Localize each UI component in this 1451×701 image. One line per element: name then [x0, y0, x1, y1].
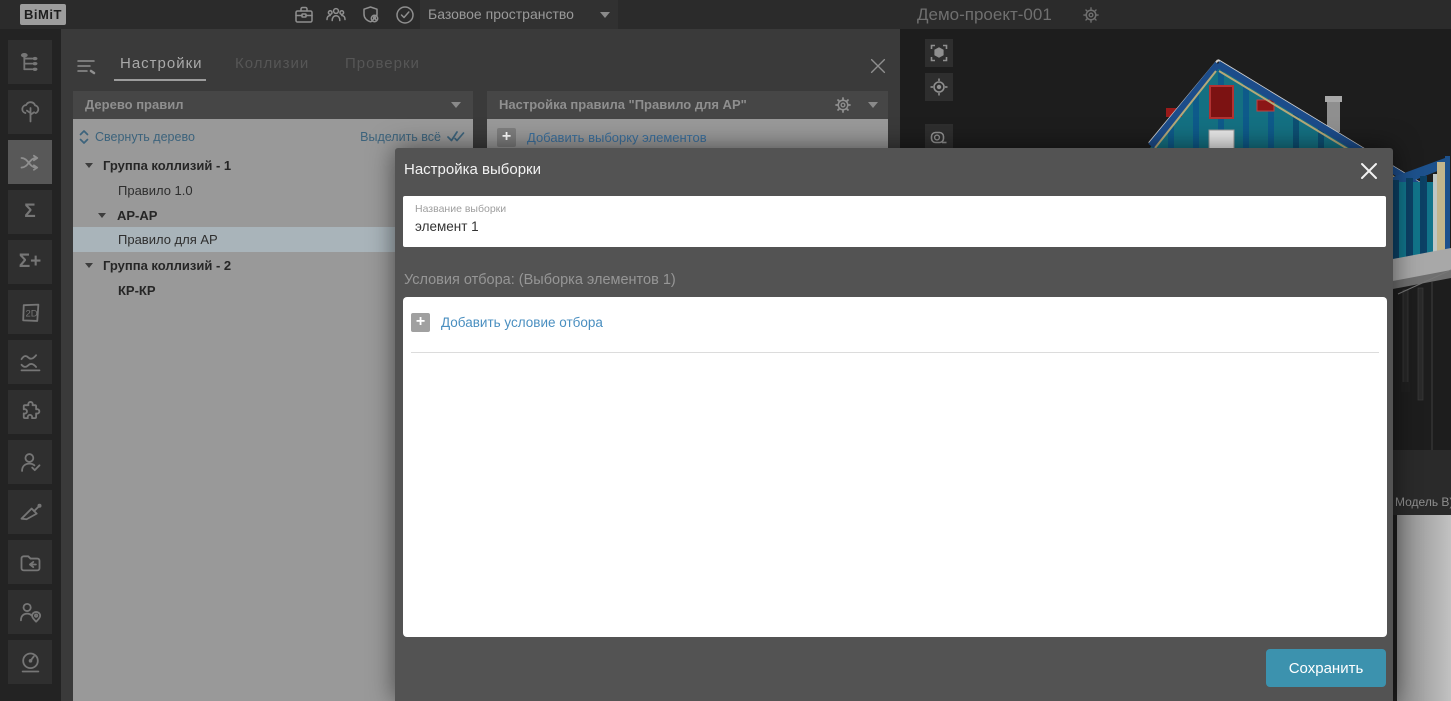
conditions-panel: + Добавить условие отбора [403, 297, 1387, 637]
focus-target-icon[interactable] [925, 73, 953, 101]
chevron-down-icon [600, 12, 610, 18]
collapse-tree-link[interactable]: Свернуть дерево [95, 130, 195, 144]
save-button[interactable]: Сохранить [1266, 649, 1386, 687]
panel-menu-icon[interactable] [75, 55, 99, 77]
project-settings-gear-icon[interactable] [1080, 4, 1102, 26]
select-all-link[interactable]: Выделить всё [360, 130, 441, 144]
add-condition-link[interactable]: Добавить условие отбора [441, 315, 603, 330]
sum-icon[interactable]: Σ [8, 190, 52, 234]
chevron-down-icon[interactable] [85, 163, 93, 168]
plugins-icon[interactable] [8, 390, 52, 434]
user-check-icon[interactable] [8, 440, 52, 484]
rules-tree-icon[interactable] [8, 40, 52, 84]
shield-user-icon[interactable] [359, 3, 383, 27]
modal-title: Настройка выборки [404, 148, 541, 192]
workspace-label: Базовое пространство [428, 0, 574, 29]
export-folder-icon[interactable] [8, 540, 52, 584]
selection-name-input[interactable] [415, 219, 1355, 234]
panel-close-icon[interactable] [867, 55, 889, 77]
add-selection-link[interactable]: Добавить выборку элементов [527, 130, 707, 145]
2d-view-icon[interactable]: 2D [8, 290, 52, 334]
conditions-title: Условия отбора: (Выборка элементов 1) [404, 272, 676, 288]
fit-to-view-icon[interactable] [925, 39, 953, 67]
selection-name-field[interactable]: Название выборки [403, 196, 1386, 247]
svg-text:2D: 2D [25, 308, 37, 319]
check-circle-icon[interactable] [393, 3, 417, 27]
tree-item-label: Группа коллизий - 1 [73, 158, 231, 173]
model-tree-icon[interactable] [8, 90, 52, 134]
collisions-icon[interactable] [8, 140, 52, 184]
double-check-icon [447, 131, 465, 146]
tree-item-label: Правило 1.0 [73, 183, 193, 198]
tab-checks[interactable]: Проверки [345, 55, 420, 72]
rule-header-label: Настройка правила "Правило для АР" [499, 97, 747, 112]
rule-settings-header[interactable]: Настройка правила "Правило для АР" [487, 91, 888, 119]
model-label-strip: Модель В) [1393, 450, 1451, 515]
left-toolbar: Σ Σ+ 2D [0, 29, 61, 701]
charts-icon[interactable] [8, 340, 52, 384]
sum-plus-icon[interactable]: Σ+ [8, 240, 52, 284]
modal-close-icon[interactable] [1358, 160, 1380, 182]
construction-icon[interactable] [8, 490, 52, 534]
projects-icon[interactable] [292, 3, 316, 27]
rule-gear-icon[interactable] [832, 94, 854, 116]
tree-section-header[interactable]: Дерево правил [73, 91, 473, 119]
workspace-selector[interactable]: Базовое пространство [420, 0, 618, 29]
project-title: Демо-проект-001 [917, 0, 1052, 29]
add-selection-plus-icon[interactable]: + [497, 128, 516, 147]
chevron-down-icon [868, 102, 878, 108]
model-label: Модель В) [1395, 495, 1451, 509]
chevron-down-icon [451, 102, 461, 108]
add-condition-plus-icon[interactable]: + [411, 313, 430, 332]
tree-utility-row: Свернуть дерево Выделить всё [73, 127, 473, 149]
team-icon[interactable] [324, 3, 348, 27]
tree-item-label: АР-АР [73, 208, 157, 223]
top-bar: BiMiT Базовое пространство Демо-проект-0… [0, 0, 1451, 29]
tree-item-label: КР-КР [73, 283, 156, 298]
selection-name-label: Название выборки [415, 203, 506, 215]
bimit-logo: BiMiT [20, 4, 66, 25]
app-root: BiMiT Базовое пространство Демо-проект-0… [0, 0, 1451, 701]
active-tab-underline [114, 79, 206, 81]
side-panel-fragment [1397, 515, 1451, 701]
collapse-tree-icon [77, 129, 91, 148]
chevron-down-icon[interactable] [85, 263, 93, 268]
tree-item-label: Правило для АР [73, 232, 218, 247]
tab-collisions[interactable]: Коллизии [235, 55, 309, 72]
dashboard-icon[interactable] [8, 640, 52, 684]
user-location-icon[interactable] [8, 590, 52, 634]
selection-settings-modal: Настройка выборки Название выборки Услов… [395, 148, 1393, 701]
tree-header-label: Дерево правил [85, 97, 183, 112]
chevron-down-icon[interactable] [98, 213, 106, 218]
tree-item-label: Группа коллизий - 2 [73, 258, 231, 273]
divider [411, 352, 1379, 353]
tab-settings[interactable]: Настройки [120, 55, 203, 72]
